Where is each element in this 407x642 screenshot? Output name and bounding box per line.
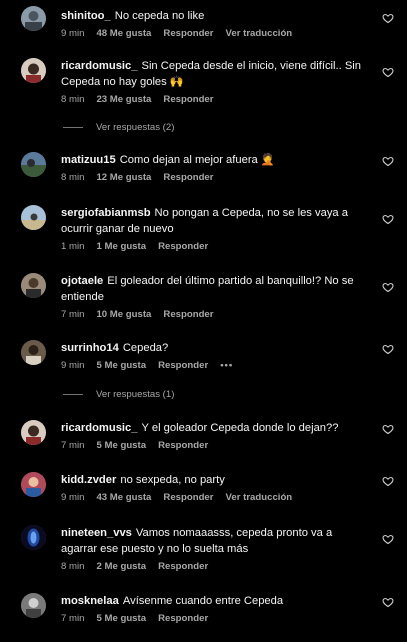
avatar[interactable] [21, 58, 46, 83]
heart-icon[interactable] [382, 475, 394, 487]
comment-text-block: ricardomusic_ Y el goleador Cepeda donde … [61, 420, 371, 436]
heart-icon[interactable] [382, 12, 394, 24]
comment-username[interactable]: kidd.zvder [61, 474, 116, 486]
heart-icon[interactable] [382, 343, 394, 355]
comment-time: 7 min [61, 613, 85, 624]
comment-likes[interactable]: 23 Me gusta [96, 94, 151, 105]
comment-text: no sexpeda, no party [120, 474, 225, 486]
heart-icon[interactable] [382, 155, 394, 167]
comment-likes[interactable]: 5 Me gusta [96, 613, 146, 624]
avatar[interactable] [21, 340, 46, 365]
comment-username[interactable]: ricardomusic_ [61, 422, 137, 434]
reply-button[interactable]: Responder [158, 440, 208, 451]
avatar[interactable] [21, 273, 46, 298]
view-replies-label[interactable]: Ver respuestas (2) [96, 122, 174, 133]
reply-button[interactable]: Responder [158, 360, 208, 371]
comment-likes[interactable]: 48 Me gusta [96, 28, 151, 39]
comment-text-block: surrinho14 Cepeda? [61, 340, 371, 356]
comment-text-block: ojotaele El goleador del último partido a… [61, 273, 371, 305]
view-replies-button[interactable]: Ver respuestas (2) [63, 122, 174, 133]
comment-time: 9 min [61, 360, 85, 371]
comment-likes[interactable]: 2 Me gusta [96, 561, 146, 572]
comment-text: Avísenme cuando entre Cepeda [122, 595, 284, 607]
reply-button[interactable]: Responder [158, 241, 208, 252]
heart-icon[interactable] [382, 213, 394, 225]
avatar[interactable] [21, 205, 46, 230]
reply-button[interactable]: Responder [163, 492, 213, 503]
avatar[interactable] [21, 420, 46, 445]
comment-username[interactable]: mosknelaa [61, 595, 119, 607]
comment-username[interactable]: shinitoo_ [61, 10, 111, 22]
replies-divider [63, 127, 83, 128]
view-replies-button[interactable]: Ver respuestas (1) [63, 389, 174, 400]
comment-text-block: sergiofabianmsb No pongan a Cepeda, no se… [61, 205, 371, 237]
comment-text-block: shinitoo_ No cepeda no like [61, 8, 371, 24]
avatar[interactable] [21, 593, 46, 618]
comment-username[interactable]: nineteen_vvs [61, 527, 132, 539]
comment-text-block: ricardomusic_ Sin Cepeda desde el inicio,… [61, 58, 371, 90]
more-options-icon[interactable]: ••• [220, 360, 233, 371]
reply-button[interactable]: Responder [163, 94, 213, 105]
comment-text: Como dejan al mejor afuera 🤦 [119, 154, 275, 166]
comment-time: 9 min [61, 492, 85, 503]
comment-likes[interactable]: 5 Me gusta [96, 360, 146, 371]
comment-text-block: mosknelaa Avísenme cuando entre Cepeda [61, 593, 371, 609]
reply-button[interactable]: Responder [158, 561, 208, 572]
comment-likes[interactable]: 12 Me gusta [96, 172, 151, 183]
comment-username[interactable]: surrinho14 [61, 342, 119, 354]
heart-icon[interactable] [382, 596, 394, 608]
comment-time: 1 min [61, 241, 85, 252]
reply-button[interactable]: Responder [163, 309, 213, 320]
comment-likes[interactable]: 5 Me gusta [96, 440, 146, 451]
heart-icon[interactable] [382, 66, 394, 78]
comment-time: 8 min [61, 172, 85, 183]
heart-icon[interactable] [382, 533, 394, 545]
reply-button[interactable]: Responder [163, 28, 213, 39]
avatar[interactable] [21, 472, 46, 497]
comment-text-block: nineteen_vvs Vamos nomaaasss, cepeda pron… [61, 525, 371, 557]
avatar[interactable] [21, 525, 46, 550]
comment-text: Cepeda? [122, 342, 169, 354]
comment-username[interactable]: matizuu15 [61, 154, 116, 166]
replies-divider [63, 394, 83, 395]
comment-username[interactable]: sergiofabianmsb [61, 207, 151, 219]
comment-likes[interactable]: 1 Me gusta [96, 241, 146, 252]
comment-time: 9 min [61, 28, 85, 39]
heart-icon[interactable] [382, 423, 394, 435]
comment-text: El goleador del último partido al banqui… [61, 275, 354, 303]
comment-username[interactable]: ricardomusic_ [61, 60, 137, 72]
comment-time: 7 min [61, 309, 85, 320]
comment-text: Y el goleador Cepeda donde lo dejan?? [141, 422, 339, 434]
comment-time: 7 min [61, 440, 85, 451]
comment-text-block: kidd.zvder no sexpeda, no party [61, 472, 371, 488]
comment-likes[interactable]: 10 Me gusta [96, 309, 151, 320]
reply-button[interactable]: Responder [158, 613, 208, 624]
comment-text: No cepeda no like [114, 10, 205, 22]
view-replies-label[interactable]: Ver respuestas (1) [96, 389, 174, 400]
comment-time: 8 min [61, 561, 85, 572]
comment-likes[interactable]: 43 Me gusta [96, 492, 151, 503]
reply-button[interactable]: Responder [163, 172, 213, 183]
avatar[interactable] [21, 152, 46, 177]
comment-time: 8 min [61, 94, 85, 105]
translate-button[interactable]: Ver traducción [226, 492, 293, 503]
avatar[interactable] [21, 6, 46, 31]
translate-button[interactable]: Ver traducción [226, 28, 293, 39]
comment-username[interactable]: ojotaele [61, 275, 103, 287]
comment-text-block: matizuu15 Como dejan al mejor afuera 🤦 [61, 152, 371, 168]
heart-icon[interactable] [382, 281, 394, 293]
